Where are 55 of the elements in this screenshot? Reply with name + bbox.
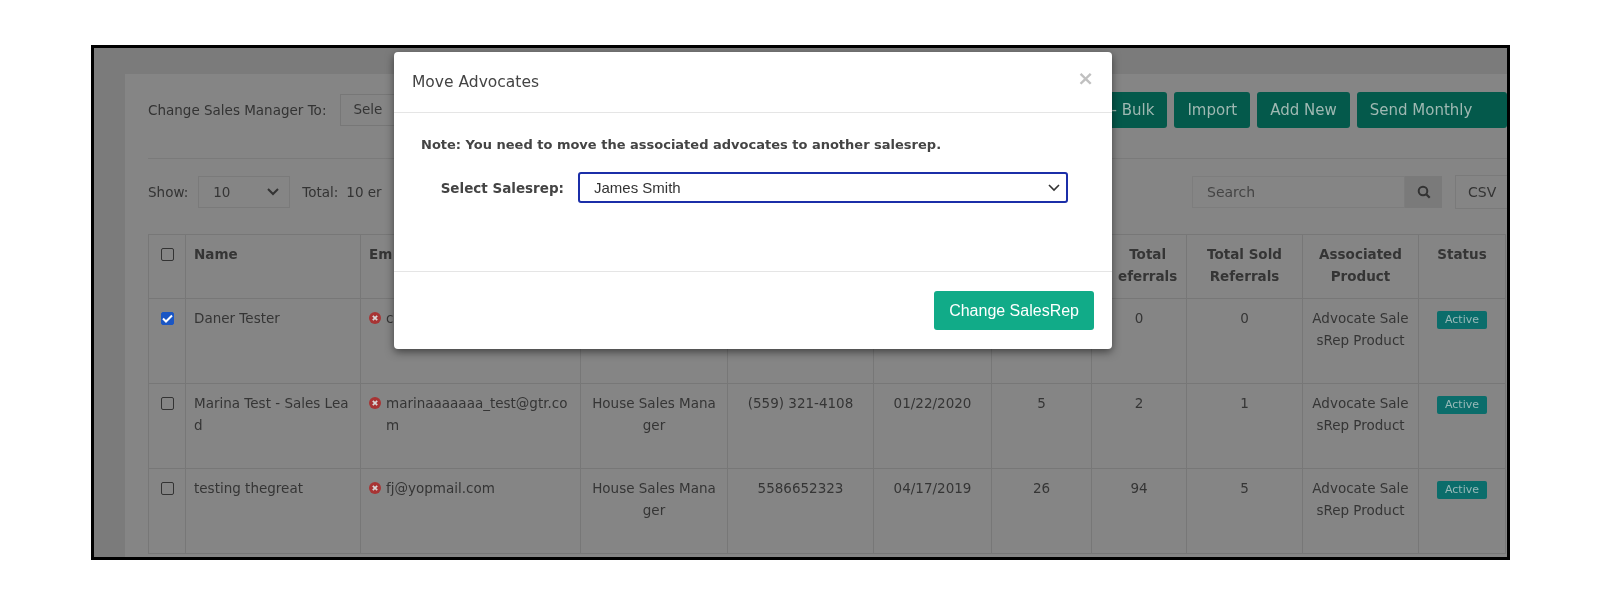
- chevron-down-icon: [1048, 183, 1060, 192]
- page-size-select[interactable]: 10: [198, 176, 291, 208]
- table-cell: 5: [1037, 395, 1046, 411]
- column-header: Name: [194, 246, 238, 262]
- row-checkbox[interactable]: [160, 312, 174, 325]
- toolbar-button[interactable]: Add New: [1257, 92, 1350, 128]
- column-header: Total eferrals: [1117, 245, 1178, 286]
- table-cell: (559) 321-4108: [747, 395, 854, 411]
- chevron-down-icon: [267, 188, 280, 196]
- table-cell: 94: [1130, 480, 1148, 496]
- note-text: Note: You need to move the associated advocates to another salesrep.: [421, 137, 943, 152]
- table-cell: 0: [1240, 310, 1249, 326]
- total-label: Total:: [302, 184, 339, 200]
- column-header: Associated Product: [1319, 246, 1402, 284]
- toolbar-button[interactable]: Import: [1174, 92, 1251, 128]
- total-count: 10 er: [346, 184, 382, 200]
- table-cell: House Sales Manager: [592, 395, 716, 433]
- status-badge: Active: [1437, 396, 1487, 414]
- table-cell: 5586652323: [757, 480, 844, 496]
- table-cell-text: Advocate SalesRep Product: [1311, 479, 1410, 520]
- table-cell-text: Advocate SalesRep Product: [1311, 309, 1410, 350]
- select-all-checkbox[interactable]: [160, 248, 174, 261]
- table-cell-text: fj@yopmail.com: [386, 479, 495, 498]
- change-salesrep-button[interactable]: Change SalesRep: [934, 291, 1094, 330]
- table-cell-text: marinaaaaaaa_test@gtr.com: [386, 394, 569, 435]
- table-cell: 26: [1032, 480, 1051, 496]
- table-cell: Daner Tester: [194, 310, 280, 326]
- show-label: Show:: [148, 184, 189, 200]
- table-cell: 01/22/2020: [893, 395, 972, 411]
- search-field[interactable]: Search: [1192, 176, 1405, 208]
- table-cell-text: c: [386, 309, 394, 328]
- table-cell: 04/17/2019: [893, 480, 972, 496]
- table-cell: 1: [1240, 395, 1249, 411]
- table-cell: 5: [1240, 480, 1249, 496]
- csv-button[interactable]: CSV: [1455, 175, 1507, 209]
- table-cell: testing thegreat: [194, 480, 303, 496]
- status-badge: Active: [1437, 311, 1487, 329]
- row-checkbox[interactable]: [160, 397, 174, 410]
- field-label: Select Salesrep:: [439, 179, 565, 196]
- search-icon: [1416, 185, 1431, 199]
- search-button[interactable]: [1405, 176, 1442, 208]
- salesrep-select[interactable]: James Smith: [578, 172, 1068, 203]
- dialog-title: Move Advocates: [412, 73, 540, 91]
- toolbar-button[interactable]: Send Monthly: [1356, 92, 1507, 128]
- row-checkbox[interactable]: [160, 482, 174, 495]
- table-cell-text: Advocate SalesRep Product: [1311, 394, 1410, 435]
- column-header: Total Sold Referrals: [1207, 246, 1282, 284]
- column-header: Em: [369, 246, 393, 262]
- sales-manager-label: Change Sales Manager To:: [148, 102, 327, 118]
- table-cell: Marina Test - Sales Lead: [194, 395, 349, 433]
- column-header: Status: [1437, 246, 1487, 262]
- table-cell: 2: [1134, 395, 1144, 411]
- table-cell: 0: [1134, 310, 1144, 326]
- status-badge: Active: [1437, 481, 1487, 499]
- table-cell: House Sales Manager: [592, 480, 716, 518]
